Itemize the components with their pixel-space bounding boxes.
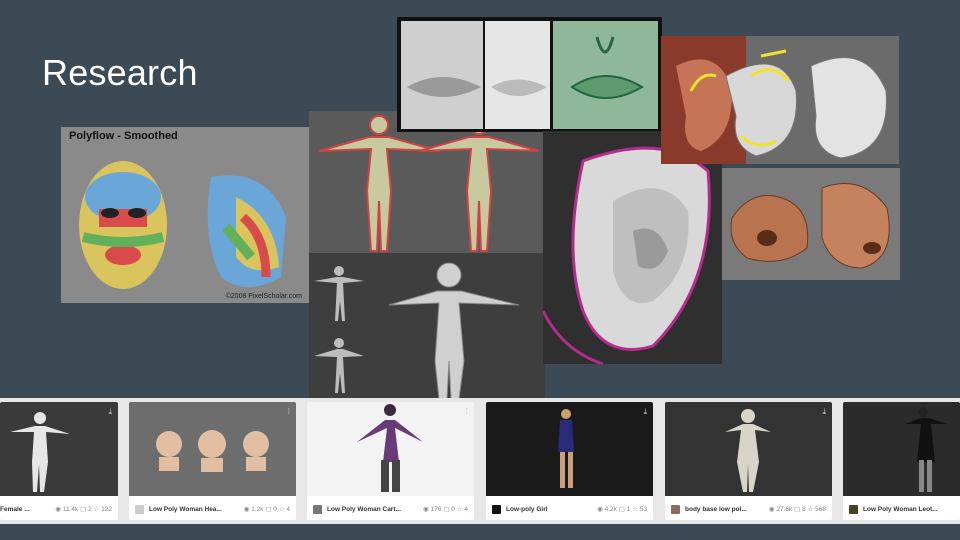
gallery-card[interactable]: ⤓ body base low pol... ◉ 27.6k ▢ 8 ☆ 568 bbox=[665, 402, 832, 520]
model-thumbnail[interactable] bbox=[665, 402, 832, 496]
comments-icon: ▢ bbox=[80, 506, 87, 513]
gallery-card[interactable]: ⤓ Low-poly Girl ◉ 4.2k ▢ 1 ☆ 53 bbox=[486, 402, 653, 520]
face-panel-caption: Polyflow - Smoothed bbox=[69, 130, 178, 142]
avatar[interactable] bbox=[849, 504, 858, 514]
avatar[interactable] bbox=[135, 504, 144, 514]
model-title[interactable]: Female ... bbox=[0, 506, 55, 513]
ear-closeup-illustration bbox=[543, 146, 711, 364]
slide-title: Research bbox=[42, 52, 198, 93]
likes-icon: ☆ bbox=[456, 506, 463, 513]
nose-topology-illustration bbox=[730, 183, 890, 269]
gallery-card[interactable]: ⁞ Low Poly Woman Cart... ◉ 176 ▢ 0 ☆ 4 bbox=[307, 402, 474, 520]
lips-topology-illustration bbox=[401, 21, 658, 129]
likes-icon: ☆ bbox=[93, 506, 100, 513]
avatar[interactable] bbox=[313, 504, 322, 514]
model-title[interactable]: Low Poly Woman Cart... bbox=[327, 506, 423, 513]
model-thumbnail[interactable] bbox=[843, 402, 960, 496]
model-stats: ◉ 4.2k ▢ 1 ☆ 53 bbox=[597, 506, 647, 513]
model-title[interactable]: Low-poly Girl bbox=[506, 506, 597, 513]
download-icon[interactable]: ⤓ bbox=[108, 407, 112, 417]
model-title[interactable]: body base low pol... bbox=[685, 506, 769, 513]
model-thumbnail[interactable] bbox=[486, 402, 653, 496]
face-topology-image: Polyflow - Smoothed ©2008 PixelScholar.c… bbox=[61, 127, 310, 303]
views-icon: ◉ bbox=[768, 506, 775, 513]
model-stats: ◉ 176 ▢ 0 ☆ 4 bbox=[423, 506, 468, 513]
comments-icon: ▢ bbox=[618, 506, 625, 513]
face-topology-illustration bbox=[79, 161, 286, 289]
likes-icon: ☆ bbox=[807, 506, 814, 513]
gallery-card[interactable]: ⤓ Female ... ◉ 11.4k ▢ 2 ☆ 122 bbox=[0, 402, 118, 520]
ear-flow-illustration bbox=[661, 36, 887, 164]
avatar[interactable] bbox=[492, 504, 501, 514]
model-gallery: ⤓ Female ... ◉ 11.4k ▢ 2 ☆ 122 ⁞ Low Pol… bbox=[0, 398, 960, 524]
ear-flow-image bbox=[661, 36, 899, 164]
download-icon[interactable]: ⤓ bbox=[643, 407, 647, 417]
download-icon[interactable]: ⤓ bbox=[822, 407, 826, 417]
model-stats: ◉ 11.4k ▢ 2 ☆ 122 bbox=[55, 506, 112, 513]
gallery-card[interactable]: ⁞ Low Poly Woman Hea... ◉ 1.2k ▢ 0 ☆ 4 bbox=[129, 402, 296, 520]
model-thumbnail[interactable] bbox=[307, 402, 474, 496]
face-panel-credit: ©2008 PixelScholar.com bbox=[225, 293, 302, 300]
comments-icon: ▢ bbox=[443, 506, 450, 513]
views-icon: ◉ bbox=[423, 506, 429, 513]
views-icon: ◉ bbox=[55, 506, 62, 513]
body-topology-illustration bbox=[309, 111, 545, 399]
gallery-card[interactable]: Low Poly Woman Leot... bbox=[843, 402, 960, 520]
model-title[interactable]: Low Poly Woman Hea... bbox=[149, 506, 244, 513]
ear-closeup-image bbox=[543, 131, 722, 364]
comments-icon: ▢ bbox=[265, 506, 272, 513]
model-thumbnail[interactable] bbox=[129, 402, 296, 496]
menu-icon[interactable]: ⁞ bbox=[288, 407, 290, 416]
nose-topology-image bbox=[722, 168, 900, 280]
model-stats: ◉ 27.6k ▢ 8 ☆ 568 bbox=[768, 506, 826, 513]
model-title[interactable]: Low Poly Woman Leot... bbox=[863, 506, 960, 513]
views-icon: ◉ bbox=[597, 506, 603, 513]
model-stats: ◉ 1.2k ▢ 0 ☆ 4 bbox=[243, 506, 290, 513]
body-topology-image bbox=[309, 111, 545, 399]
views-icon: ◉ bbox=[243, 506, 250, 513]
comments-icon: ▢ bbox=[794, 506, 801, 513]
model-thumbnail[interactable] bbox=[0, 402, 118, 496]
lips-topology-image bbox=[397, 17, 662, 132]
likes-icon: ☆ bbox=[278, 506, 285, 513]
avatar[interactable] bbox=[671, 504, 680, 514]
likes-icon: ☆ bbox=[632, 506, 638, 513]
menu-icon[interactable]: ⁞ bbox=[466, 407, 468, 416]
